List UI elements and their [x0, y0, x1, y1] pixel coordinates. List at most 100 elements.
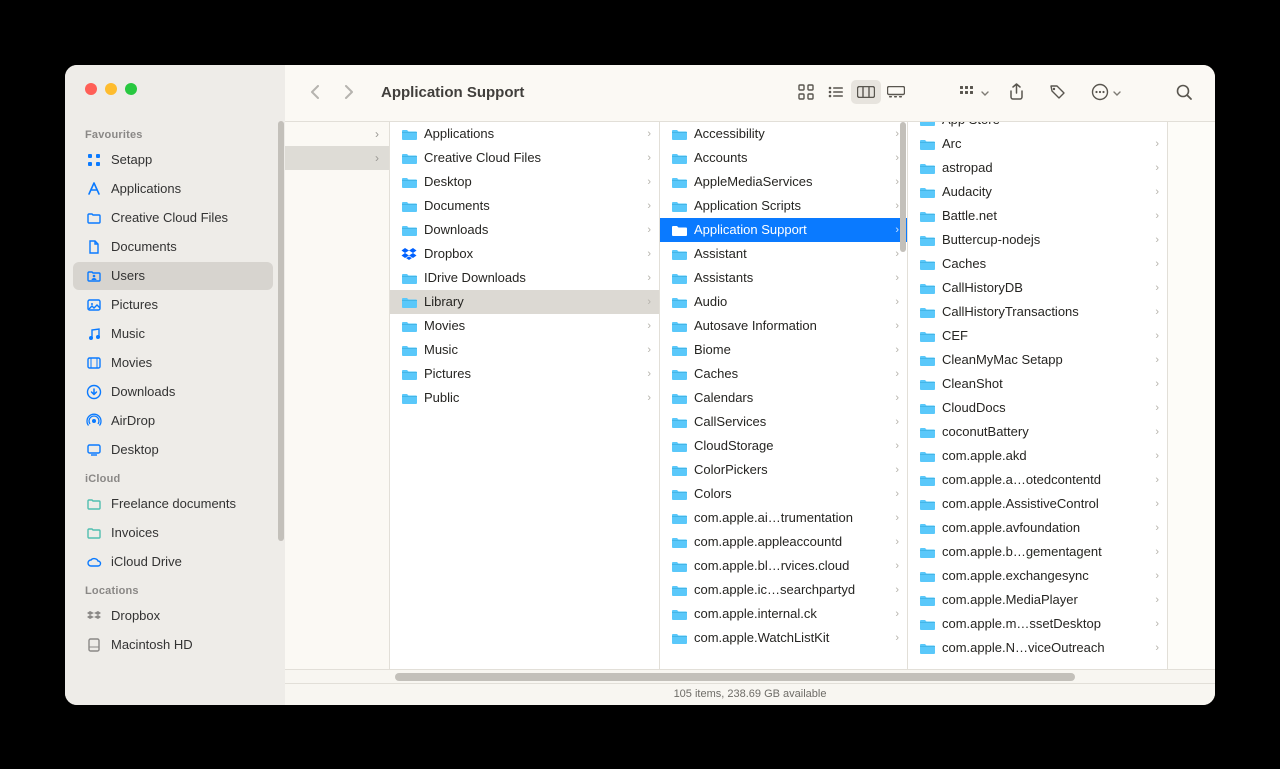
folder-row[interactable]: IDrive Downloads› — [390, 266, 659, 290]
folder-name: com.apple.N…viceOutreach — [942, 640, 1149, 655]
folder-row[interactable]: CloudStorage› — [660, 434, 907, 458]
folder-row[interactable]: Audio› — [660, 290, 907, 314]
folder-row[interactable]: Colors› — [660, 482, 907, 506]
folder-row[interactable]: com.apple.AssistiveControl› — [908, 492, 1167, 516]
folder-row[interactable]: Autosave Information› — [660, 314, 907, 338]
folder-row[interactable]: com.apple.MediaPlayer› — [908, 588, 1167, 612]
list-view-button[interactable] — [821, 80, 851, 104]
icon-view-button[interactable] — [791, 80, 821, 104]
chevron-right-icon: › — [647, 152, 651, 164]
horizontal-scrollbar[interactable] — [285, 669, 1215, 683]
folder-row[interactable]: Application Scripts› — [660, 194, 907, 218]
folder-row[interactable]: Calendars› — [660, 386, 907, 410]
folder-row[interactable]: Caches› — [660, 362, 907, 386]
folder-row[interactable]: Audacity› — [908, 180, 1167, 204]
folder-row[interactable]: CleanShot› — [908, 372, 1167, 396]
sidebar-item-downloads[interactable]: Downloads — [73, 378, 273, 406]
folder-row[interactable]: AppleMediaServices› — [660, 170, 907, 194]
sidebar-item-pictures[interactable]: Pictures — [73, 291, 273, 319]
folder-row[interactable]: Applications› — [390, 122, 659, 146]
folder-name: CleanShot — [942, 376, 1149, 391]
more-actions-button[interactable] — [1085, 80, 1115, 104]
folder-row[interactable]: com.apple.b…gementagent› — [908, 540, 1167, 564]
sidebar-item-music[interactable]: Music — [73, 320, 273, 348]
share-button[interactable] — [1001, 80, 1031, 104]
folder-row[interactable]: App Store› — [908, 122, 1167, 132]
sidebar-item-setapp[interactable]: Setapp — [73, 146, 273, 174]
folder-row[interactable]: Pictures› — [390, 362, 659, 386]
folder-row[interactable]: Assistants› — [660, 266, 907, 290]
folder-row[interactable]: CallServices› — [660, 410, 907, 434]
folder-row[interactable]: Desktop› — [390, 170, 659, 194]
folder-row[interactable]: Assistant› — [660, 242, 907, 266]
folder-row[interactable]: CallHistoryDB› — [908, 276, 1167, 300]
folder-row[interactable]: Music› — [390, 338, 659, 362]
sidebar-item-users[interactable]: Users — [73, 262, 273, 290]
folder-row[interactable]: astropad› — [908, 156, 1167, 180]
sidebar-item-freelance[interactable]: Freelance documents — [73, 490, 273, 518]
back-button[interactable] — [301, 80, 329, 104]
sidebar-item-ccfiles[interactable]: Creative Cloud Files — [73, 204, 273, 232]
folder-row[interactable]: com.apple.exchangesync› — [908, 564, 1167, 588]
sidebar-item-iclouddrive[interactable]: iCloud Drive — [73, 548, 273, 576]
folder-row[interactable]: Creative Cloud Files› — [390, 146, 659, 170]
sidebar-item-movies[interactable]: Movies — [73, 349, 273, 377]
folder-row[interactable]: com.apple.internal.ck› — [660, 602, 907, 626]
folder-row[interactable]: CallHistoryTransactions› — [908, 300, 1167, 324]
sidebar-item-invoices[interactable]: Invoices — [73, 519, 273, 547]
column-1-row[interactable]: › — [285, 122, 389, 146]
zoom-button[interactable] — [125, 83, 137, 95]
folder-row[interactable]: Movies› — [390, 314, 659, 338]
folder-row[interactable]: Documents› — [390, 194, 659, 218]
folder-row[interactable]: Dropbox› — [390, 242, 659, 266]
sidebar-item-label: Applications — [111, 181, 181, 196]
folder-row[interactable]: CleanMyMac Setapp› — [908, 348, 1167, 372]
column-view-button[interactable] — [851, 80, 881, 104]
folder-row[interactable]: com.apple.m…ssetDesktop› — [908, 612, 1167, 636]
folder-row[interactable]: Battle.net› — [908, 204, 1167, 228]
sidebar-item-applications[interactable]: Applications — [73, 175, 273, 203]
sidebar-item-label: Setapp — [111, 152, 152, 167]
folder-icon — [400, 319, 418, 333]
folder-row[interactable]: Accessibility› — [660, 122, 907, 146]
folder-row[interactable]: Library› — [390, 290, 659, 314]
forward-button[interactable] — [335, 80, 363, 104]
folder-row[interactable]: com.apple.N…viceOutreach› — [908, 636, 1167, 660]
folder-row[interactable]: com.apple.a…otedcontentd› — [908, 468, 1167, 492]
sidebar-item-macintoshhd[interactable]: Macintosh HD — [73, 631, 273, 659]
folder-row[interactable]: coconutBattery› — [908, 420, 1167, 444]
folder-row[interactable]: com.apple.akd› — [908, 444, 1167, 468]
folder-row[interactable]: Buttercup-nodejs› — [908, 228, 1167, 252]
folder-row[interactable]: Application Support› — [660, 218, 907, 242]
folder-row[interactable]: com.apple.ic…searchpartyd› — [660, 578, 907, 602]
sidebar-item-airdrop[interactable]: AirDrop — [73, 407, 273, 435]
column-1-row[interactable]: › — [285, 146, 389, 170]
folder-row[interactable]: com.apple.appleaccountd› — [660, 530, 907, 554]
folder-row[interactable]: Accounts› — [660, 146, 907, 170]
folder-row[interactable]: com.apple.bl…rvices.cloud› — [660, 554, 907, 578]
folder-row[interactable]: com.apple.WatchListKit› — [660, 626, 907, 650]
gallery-view-button[interactable] — [881, 80, 911, 104]
folder-name: Documents — [424, 198, 641, 213]
tags-button[interactable] — [1043, 80, 1073, 104]
folder-row[interactable]: com.apple.avfoundation› — [908, 516, 1167, 540]
folder-icon — [670, 607, 688, 621]
sidebar-item-dropbox[interactable]: Dropbox — [73, 602, 273, 630]
folder-row[interactable]: CEF› — [908, 324, 1167, 348]
folder-row[interactable]: Arc› — [908, 132, 1167, 156]
group-by-button[interactable] — [953, 80, 983, 104]
folder-row[interactable]: com.apple.ai…trumentation› — [660, 506, 907, 530]
folder-row[interactable]: Public› — [390, 386, 659, 410]
close-button[interactable] — [85, 83, 97, 95]
sidebar-item-desktop[interactable]: Desktop — [73, 436, 273, 464]
minimize-button[interactable] — [105, 83, 117, 95]
folder-row[interactable]: Downloads› — [390, 218, 659, 242]
folder-name: Applications — [424, 126, 641, 141]
folder-row[interactable]: Caches› — [908, 252, 1167, 276]
sidebar-item-documents[interactable]: Documents — [73, 233, 273, 261]
sidebar-header — [65, 65, 285, 121]
folder-row[interactable]: ColorPickers› — [660, 458, 907, 482]
search-button[interactable] — [1169, 80, 1199, 104]
folder-row[interactable]: CloudDocs› — [908, 396, 1167, 420]
folder-row[interactable]: Biome› — [660, 338, 907, 362]
